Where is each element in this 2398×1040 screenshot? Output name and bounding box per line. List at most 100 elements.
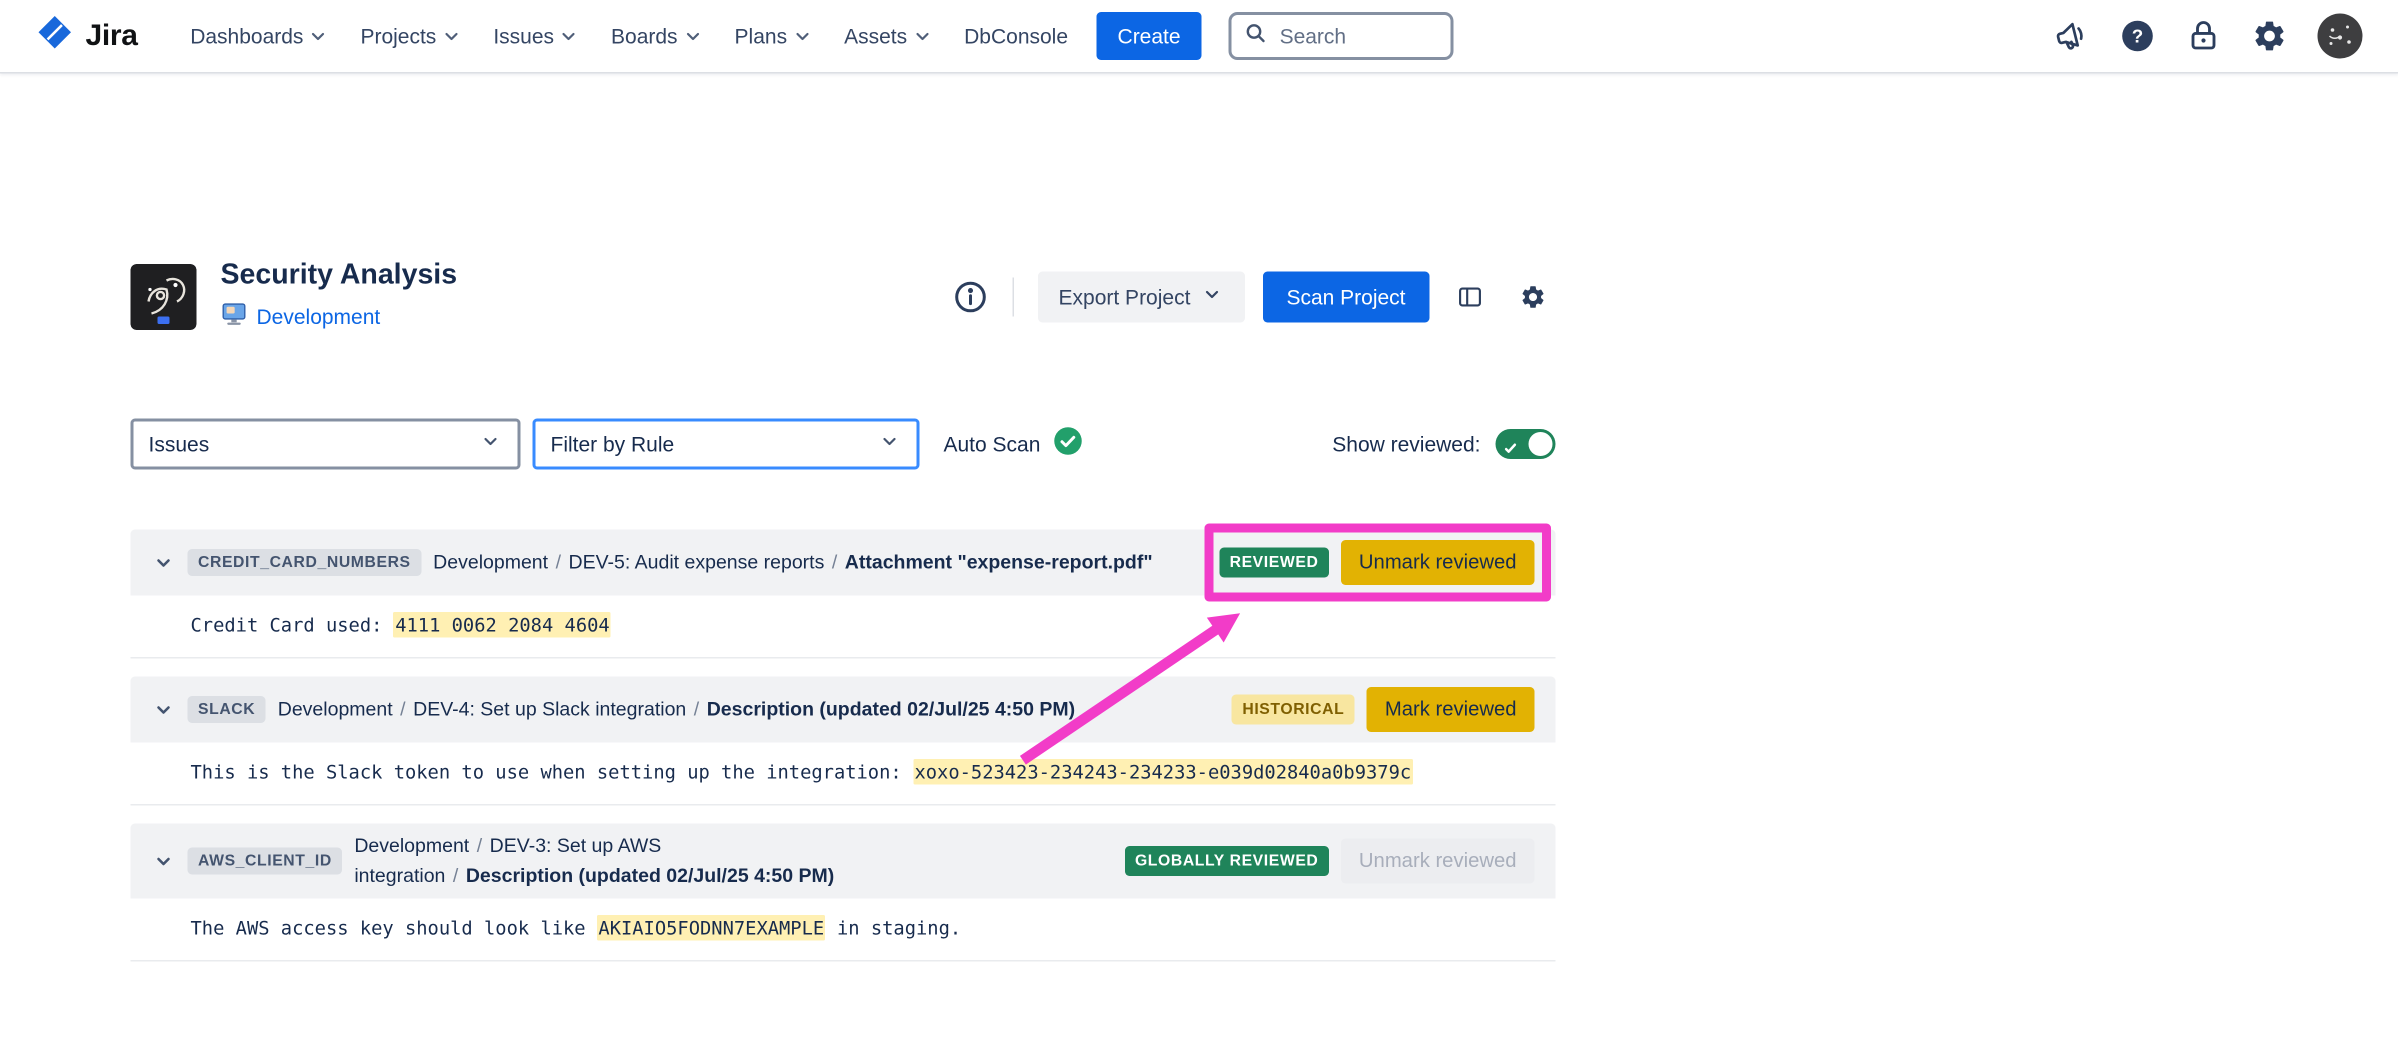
breadcrumb: Development/DEV-4: Set up Slack integrat…: [278, 694, 1220, 724]
project-link[interactable]: Development: [257, 305, 381, 329]
gear-icon[interactable]: [2252, 18, 2288, 54]
findings-list: CREDIT_CARD_NUMBERS Development/DEV-5: A…: [131, 529, 1556, 961]
toggle-check-icon: [1503, 436, 1518, 460]
jira-logo[interactable]: Jira: [36, 14, 138, 59]
export-project-button[interactable]: Export Project: [1038, 271, 1245, 322]
jira-logo-icon: [36, 14, 74, 59]
primary-nav: Dashboards Projects Issues Boards Plans …: [177, 15, 1082, 57]
scan-project-button[interactable]: Scan Project: [1262, 271, 1429, 322]
finding-content: This is the Slack token to use when sett…: [131, 742, 1556, 805]
finding-content: Credit Card used: 4111 0062 2084 4604: [131, 595, 1556, 658]
finding-row-credit-card: CREDIT_CARD_NUMBERS Development/DEV-5: A…: [131, 529, 1556, 658]
finding-row-aws: AWS_CLIENT_ID Development/DEV-3: Set up …: [131, 823, 1556, 961]
search-input[interactable]: [1277, 23, 1439, 50]
global-search[interactable]: [1229, 12, 1454, 60]
show-reviewed-label: Show reviewed:: [1332, 432, 1480, 456]
breadcrumb-issue[interactable]: DEV-4: Set up Slack integration: [413, 697, 686, 720]
finding-header: AWS_CLIENT_ID Development/DEV-3: Set up …: [131, 823, 1556, 898]
breadcrumb-issue[interactable]: DEV-5: Audit expense reports: [569, 550, 825, 573]
nav-item-issues[interactable]: Issues: [480, 15, 595, 57]
secret-highlight-1: xoxo-523423-234243-234233-e039d02840a0b9…: [913, 759, 1413, 785]
lock-icon[interactable]: [2186, 18, 2222, 54]
divider: [1012, 277, 1014, 316]
jira-security-analysis-page: Jira Dashboards Projects Issues Boards P…: [0, 0, 2398, 1040]
expand-chevron-icon[interactable]: [152, 550, 176, 574]
finding-header: SLACK Development/DEV-4: Set up Slack in…: [131, 676, 1556, 742]
finding-text: This is the Slack token to use when sett…: [191, 760, 913, 783]
finding-row-slack: SLACK Development/DEV-4: Set up Slack in…: [131, 676, 1556, 805]
chevron-down-icon: [910, 24, 934, 48]
chevron-down-icon: [306, 24, 330, 48]
megaphone-icon[interactable]: [2054, 18, 2090, 54]
finding-text: The AWS access key should look like: [191, 917, 597, 940]
project-titles: Security Analysis Development: [221, 260, 458, 335]
user-avatar[interactable]: [2318, 14, 2363, 59]
rule-badge: SLACK: [188, 696, 266, 723]
status-badge-reviewed: REVIEWED: [1219, 547, 1329, 577]
chevron-down-icon: [479, 430, 503, 459]
main-content: Security Analysis Development Export Pro…: [131, 74, 1556, 962]
project-actions: Export Project Scan Project: [952, 271, 1555, 322]
nav-item-dashboards[interactable]: Dashboards: [177, 15, 344, 57]
rule-badge: AWS_CLIENT_ID: [188, 847, 343, 874]
nav-right-icons: ?: [2054, 14, 2363, 59]
info-icon[interactable]: [952, 279, 988, 315]
page-title: Security Analysis: [221, 260, 458, 293]
project-avatar: [131, 264, 197, 330]
nav-item-boards[interactable]: Boards: [598, 15, 719, 57]
help-icon[interactable]: ?: [2120, 18, 2156, 54]
breadcrumb-location[interactable]: Description (updated 02/Jul/25 4:50 PM): [707, 697, 1075, 720]
breadcrumb-location[interactable]: Attachment "expense-report.pdf": [845, 550, 1153, 573]
auto-scan-status: Auto Scan: [944, 427, 1083, 462]
finding-content: The AWS access key should look like AKIA…: [131, 899, 1556, 962]
chevron-down-icon: [1199, 283, 1223, 312]
expand-chevron-icon[interactable]: [152, 849, 176, 873]
filter-by-rule-select[interactable]: Filter by Rule: [533, 418, 920, 469]
show-reviewed-control: Show reviewed:: [1332, 429, 1555, 459]
status-badge-globally-reviewed: GLOBALLY REVIEWED: [1124, 846, 1328, 876]
rule-badge: CREDIT_CARD_NUMBERS: [188, 549, 422, 576]
create-button[interactable]: Create: [1097, 12, 1202, 60]
auto-scan-label: Auto Scan: [944, 432, 1041, 456]
chevron-down-icon: [878, 430, 902, 459]
search-icon: [1244, 20, 1268, 52]
project-subtitle: Development: [221, 300, 458, 335]
secret-highlight-0: 4111 0062 2084 4604: [394, 612, 612, 638]
finding-header: CREDIT_CARD_NUMBERS Development/DEV-5: A…: [131, 529, 1556, 595]
breadcrumb: Development/DEV-3: Set up AWS integratio…: [354, 831, 1112, 891]
breadcrumb: Development/DEV-5: Audit expense reports…: [433, 547, 1207, 577]
breadcrumb-project[interactable]: Development: [278, 697, 393, 720]
chevron-down-icon: [790, 24, 814, 48]
nav-item-projects[interactable]: Projects: [347, 15, 477, 57]
status-badge-historical: HISTORICAL: [1232, 694, 1355, 724]
unmark-reviewed-button[interactable]: Unmark reviewed: [1341, 540, 1535, 585]
issues-select[interactable]: Issues: [131, 418, 521, 469]
chevron-down-icon: [439, 24, 463, 48]
check-circle-icon: [1052, 427, 1082, 462]
toggle-knob: [1529, 432, 1553, 456]
jira-wordmark: Jira: [86, 19, 138, 54]
review-cluster-2: GLOBALLY REVIEWED Unmark reviewed: [1124, 838, 1534, 883]
unmark-reviewed-button-disabled[interactable]: Unmark reviewed: [1341, 838, 1535, 883]
nav-item-plans[interactable]: Plans: [721, 15, 828, 57]
settings-gear-button[interactable]: [1511, 274, 1556, 319]
show-reviewed-toggle[interactable]: [1496, 429, 1556, 459]
review-cluster-1: HISTORICAL Mark reviewed: [1232, 687, 1535, 732]
chevron-down-icon: [557, 24, 581, 48]
nav-item-dbconsole[interactable]: DbConsole: [951, 15, 1082, 57]
mark-reviewed-button[interactable]: Mark reviewed: [1367, 687, 1535, 732]
secret-highlight-2: AKIAIO5FODNN7EXAMPLE: [597, 915, 826, 941]
project-icon: [221, 300, 248, 335]
expand-chevron-icon[interactable]: [152, 697, 176, 721]
filter-bar: Issues Filter by Rule Auto Scan Show rev…: [131, 418, 1556, 469]
finding-text: in staging.: [826, 917, 961, 940]
breadcrumb-project[interactable]: Development: [354, 834, 469, 857]
breadcrumb-location[interactable]: Description (updated 02/Jul/25 4:50 PM): [466, 864, 834, 887]
breadcrumb-project[interactable]: Development: [433, 550, 548, 573]
nav-item-assets[interactable]: Assets: [831, 15, 948, 57]
layout-sidebar-button[interactable]: [1448, 274, 1493, 319]
review-cluster-0: REVIEWED Unmark reviewed: [1219, 540, 1534, 585]
top-navigation-bar: Jira Dashboards Projects Issues Boards P…: [0, 0, 2398, 74]
project-header: Security Analysis Development Export Pro…: [131, 260, 1556, 335]
chevron-down-icon: [681, 24, 705, 48]
